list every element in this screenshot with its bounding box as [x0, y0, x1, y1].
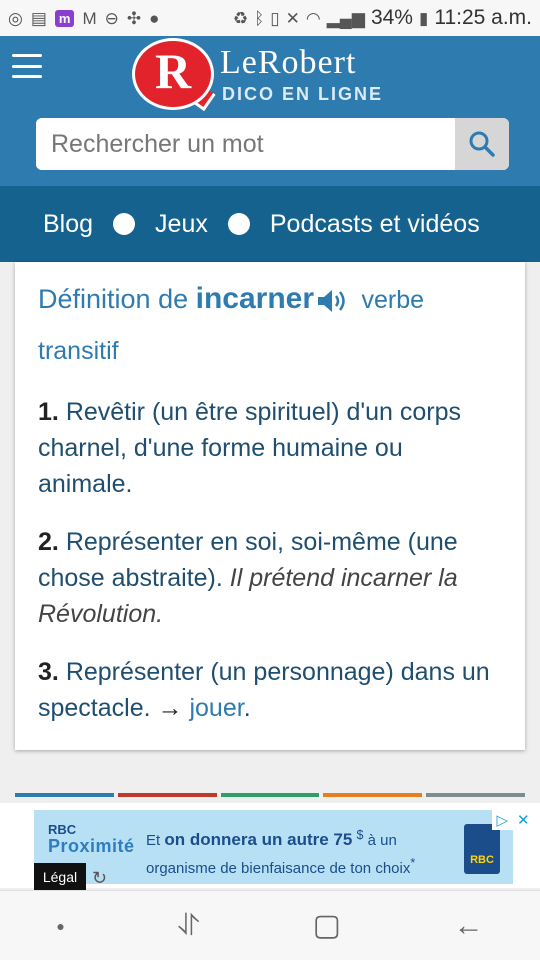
main-nav: Blog Jeux Podcasts et vidéos — [0, 186, 540, 262]
ad-info-icon[interactable]: ▷ — [496, 811, 508, 829]
status-left-icons: ◎ ▤ m M ⊖ ✣ ● — [8, 8, 233, 28]
status-bar: ◎ ▤ m M ⊖ ✣ ● ♻ ᛒ ▯ ✕ ◠ ▂▄▆ 34% ▮ 11:25 … — [0, 0, 540, 36]
sense-text: Représenter (un personnage) dans un spec… — [38, 658, 490, 722]
dot-icon[interactable]: ● — [56, 918, 64, 934]
logo-subtitle: DICO EN LIGNE — [222, 84, 384, 104]
clock: 11:25 a.m. — [434, 6, 532, 29]
sense-end: . — [243, 694, 251, 722]
logo-name: LeRobert — [220, 44, 357, 81]
status-right-icons: ♻ ᛒ ▯ ✕ ◠ ▂▄▆ 34% ▮ 11:25 a.m. — [233, 6, 532, 30]
minus-circle-icon: ⊖ — [104, 8, 119, 28]
nav-item-blog[interactable]: Blog — [43, 210, 93, 239]
android-nav-bar: ● ⥯ ▢ ← — [0, 890, 540, 960]
chrome-icon: ◎ — [8, 8, 23, 28]
ad-close-icon[interactable]: ✕ — [517, 811, 530, 829]
nav-separator-dot — [113, 213, 136, 235]
sense-item: 1. Revêtir (un être spirituel) d'un corp… — [38, 394, 502, 502]
section-tabs-strip — [15, 793, 525, 797]
nav-separator-dot — [227, 213, 250, 235]
le-robert-logo[interactable]: R LeRobert DICO EN LIGNE — [132, 38, 392, 112]
site-header: R LeRobert DICO EN LIGNE — [0, 36, 540, 186]
vibrate-icon: ▯ — [270, 8, 280, 28]
stripe — [15, 793, 114, 797]
sim-icon: ▤ — [30, 8, 47, 28]
arrow-icon: → — [157, 694, 183, 722]
search-icon — [469, 131, 495, 157]
headword: incarner — [195, 282, 315, 315]
soccer-icon: ● — [149, 8, 160, 28]
menu-icon[interactable] — [12, 54, 42, 78]
search-input[interactable] — [36, 118, 455, 170]
mute-icon: ✕ — [285, 8, 300, 28]
sense-item: 2. Représenter en soi, soi-même (une cho… — [38, 524, 502, 632]
definition-heading: Définition de incarner verbe transitif — [38, 274, 502, 376]
ad-banner[interactable]: RBC Proximité Et on donnera un autre 75 … — [34, 810, 534, 891]
signal-icon: ▂▄▆ — [326, 8, 365, 28]
ad-brand-line1: RBC — [48, 822, 77, 837]
recycle-icon: ♻ — [232, 8, 249, 28]
stripe — [117, 793, 217, 797]
app-m-icon: m — [54, 9, 75, 27]
sense-number: 2. — [38, 528, 59, 556]
recent-apps-icon[interactable]: ⥯ — [178, 909, 200, 943]
definition-senses: 1. Revêtir (un être spirituel) d'un corp… — [38, 394, 502, 726]
wifi-icon: ◠ — [305, 8, 321, 28]
sense-number: 1. — [38, 398, 59, 426]
battery-icon: ▮ — [418, 8, 429, 28]
stripe — [323, 793, 423, 797]
battery-level: 34% — [370, 6, 413, 29]
definition-prefix: Définition de — [38, 284, 189, 314]
back-icon[interactable]: ← — [454, 909, 484, 943]
definition-card: Définition de incarner verbe transitif 1… — [15, 262, 525, 750]
home-icon[interactable]: ▢ — [313, 908, 341, 943]
refresh-icon[interactable]: ↻ — [92, 868, 107, 889]
stripe — [426, 793, 525, 797]
ad-legal-button[interactable]: Légal — [34, 863, 86, 891]
pinwheel-icon: ✣ — [126, 8, 142, 28]
ad-container: RBC Proximité Et on donnera un autre 75 … — [0, 803, 540, 891]
ad-text: Et on donnera un autre 75 $ à un organis… — [146, 828, 416, 877]
bluetooth-icon: ᛒ — [254, 8, 265, 28]
sense-text: Revêtir (un être spirituel) d'un corps c… — [38, 398, 462, 498]
sense-number: 3. — [38, 658, 59, 686]
gmail-icon: M — [82, 8, 97, 28]
search-bar — [36, 118, 509, 170]
search-button[interactable] — [455, 118, 509, 170]
sense-item: 3. Représenter (un personnage) dans un s… — [38, 654, 502, 726]
nav-item-jeux[interactable]: Jeux — [155, 210, 208, 239]
nav-item-podcasts[interactable]: Podcasts et vidéos — [270, 210, 480, 239]
synonym-link[interactable]: jouer — [189, 694, 243, 722]
stripe — [220, 793, 320, 797]
speaker-icon[interactable] — [316, 288, 350, 314]
ad-choices[interactable]: ▷ ✕ — [492, 810, 534, 830]
ad-brand-line2: Proximité — [48, 836, 135, 856]
logo-letter: R — [154, 43, 192, 99]
ad-logo: RBC — [464, 824, 500, 874]
